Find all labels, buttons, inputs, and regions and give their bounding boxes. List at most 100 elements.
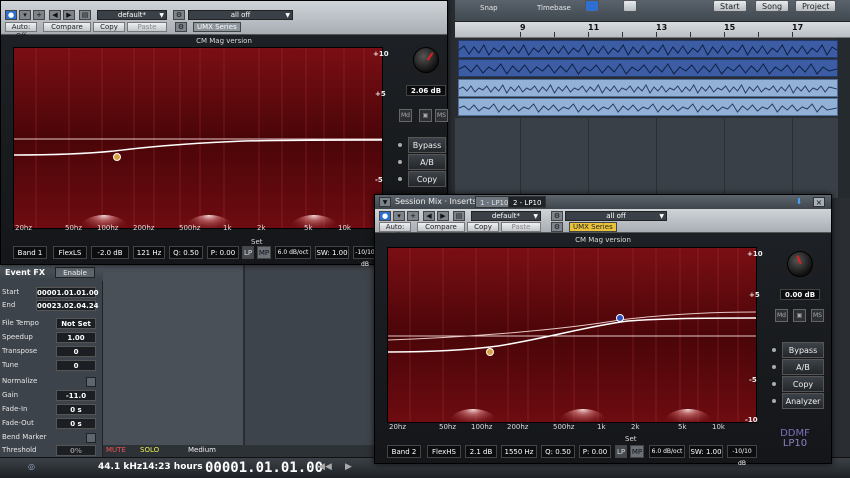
bypass-button[interactable]: Bypass xyxy=(782,342,824,358)
ms-button[interactable]: MS xyxy=(435,109,448,122)
gear-icon[interactable]: ⚙ xyxy=(551,211,563,221)
nav-left-icon[interactable]: ◀ xyxy=(49,10,61,20)
timeline-ruler[interactable]: 9 11 13 15 17 xyxy=(455,22,850,38)
auto-off-button[interactable]: Auto: Off xyxy=(5,22,37,40)
play-icon[interactable]: ▶ xyxy=(345,462,352,472)
lock-icon[interactable]: ▣ xyxy=(419,109,432,122)
analyzer-button[interactable]: Analyzer xyxy=(782,393,824,409)
tune-value[interactable]: 0 xyxy=(56,360,96,371)
band-frequency[interactable]: 121 Hz xyxy=(133,246,165,259)
snap-mode-icon[interactable] xyxy=(585,0,599,12)
song-button[interactable]: Song xyxy=(755,0,790,12)
audio-event[interactable] xyxy=(458,40,838,58)
output-gain-knob[interactable] xyxy=(787,251,813,277)
automation-dropdown[interactable]: all off ▼ xyxy=(565,211,667,221)
band-q[interactable]: Q: 0.50 xyxy=(169,246,203,259)
save-icon[interactable]: ▤ xyxy=(453,211,465,221)
insert-tab-2[interactable]: 2 - LP10 xyxy=(508,196,547,208)
copy-button[interactable]: Copy xyxy=(93,22,125,32)
compare-button[interactable]: Compare xyxy=(43,22,91,32)
copy-side-button[interactable]: Copy xyxy=(782,376,824,392)
mute-button[interactable]: MUTE xyxy=(106,446,126,454)
band-q[interactable]: Q: 0.50 xyxy=(541,445,575,458)
preset-dropdown[interactable]: default* ▼ xyxy=(97,10,167,20)
lp-button[interactable]: LP xyxy=(242,246,254,259)
ab-button[interactable]: A/B xyxy=(782,359,824,375)
paste-button[interactable]: Paste xyxy=(127,22,167,32)
timebase-label[interactable]: Timebase xyxy=(537,4,571,12)
settings-icon[interactable]: ⚙ xyxy=(551,222,563,232)
start-value[interactable]: 00001.01.01.00 xyxy=(36,287,99,298)
auto-off-button[interactable]: Auto: Off xyxy=(379,222,411,240)
close-icon[interactable]: × xyxy=(813,197,825,207)
save-icon[interactable]: ▤ xyxy=(79,10,91,20)
mp-button[interactable]: MP xyxy=(257,246,271,259)
speedup-value[interactable]: 1.00 xyxy=(56,332,96,343)
normalize-checkbox[interactable] xyxy=(86,377,96,387)
audio-event[interactable] xyxy=(458,98,838,116)
fade-in-value[interactable]: 0 s xyxy=(56,404,96,415)
mp-button[interactable]: MP xyxy=(630,445,644,458)
filter-type[interactable]: FlexLS xyxy=(53,246,87,259)
md-button[interactable]: Md xyxy=(399,109,412,122)
output-gain-value[interactable]: 0.00 dB xyxy=(780,289,820,300)
ms-button[interactable]: MS xyxy=(811,309,824,322)
band-selector[interactable]: Band 1 xyxy=(13,246,47,259)
end-value[interactable]: 00023.02.04.24 xyxy=(36,300,99,311)
time-display[interactable]: 00001.01.01.00 xyxy=(205,460,323,476)
transpose-value[interactable]: 0 xyxy=(56,346,96,357)
preset-dropdown[interactable]: default* ▼ xyxy=(471,211,541,221)
nav-right-icon[interactable]: ▶ xyxy=(437,211,449,221)
snap-label[interactable]: Snap xyxy=(480,4,498,12)
nav-right-icon[interactable]: ▶ xyxy=(63,10,75,20)
loop-icon[interactable] xyxy=(623,0,637,12)
pin-icon[interactable]: ⬇ xyxy=(793,197,805,207)
arrow-icon[interactable]: ▾ xyxy=(19,10,31,20)
power-icon[interactable]: ● xyxy=(5,10,17,20)
copy-side-button[interactable]: Copy xyxy=(408,171,446,187)
band-frequency[interactable]: 1550 Hz xyxy=(501,445,537,458)
band-slope[interactable]: 6.0 dB/oct xyxy=(649,445,685,458)
md-button[interactable]: Md xyxy=(775,309,788,322)
band-selector[interactable]: Band 2 xyxy=(387,445,421,458)
arrange-view[interactable] xyxy=(455,118,850,198)
project-button[interactable]: Project xyxy=(795,0,837,12)
menu-icon[interactable]: ▼ xyxy=(379,197,391,207)
audio-event[interactable] xyxy=(458,79,838,97)
lp-button[interactable]: LP xyxy=(615,445,627,458)
output-gain-knob[interactable] xyxy=(413,47,439,73)
band-gain[interactable]: -2.0 dB xyxy=(91,246,129,259)
settings-icon[interactable]: ⚙ xyxy=(175,22,187,32)
fade-out-value[interactable]: 0 s xyxy=(56,418,96,429)
copy-button[interactable]: Copy xyxy=(467,222,499,232)
nav-left-icon[interactable]: ◀ xyxy=(423,211,435,221)
band-gain[interactable]: 2.1 dB xyxy=(465,445,497,458)
band-p[interactable]: P: 0.00 xyxy=(579,445,611,458)
plus-icon[interactable]: + xyxy=(33,10,45,20)
filter-type[interactable]: FlexHS xyxy=(427,445,461,458)
automation-dropdown[interactable]: all off ▼ xyxy=(188,10,293,20)
threshold-value[interactable]: 0% xyxy=(56,445,96,456)
medium-select[interactable]: Medium xyxy=(188,446,216,454)
band-range[interactable]: -10/10 dB xyxy=(727,445,757,467)
compare-button[interactable]: Compare xyxy=(417,222,465,232)
power-icon[interactable]: ● xyxy=(379,211,391,221)
solo-button[interactable]: SOLO xyxy=(140,446,159,454)
plus-icon[interactable]: + xyxy=(407,211,419,221)
gear-icon[interactable]: ⚙ xyxy=(173,10,185,20)
start-button[interactable]: Start xyxy=(713,0,747,12)
eq-display[interactable] xyxy=(13,47,383,229)
lock-icon[interactable]: ▣ xyxy=(793,309,806,322)
audio-event[interactable] xyxy=(458,59,838,77)
band-sw[interactable]: SW: 1.00 xyxy=(315,246,349,259)
band-sw[interactable]: SW: 1.00 xyxy=(689,445,723,458)
umx-series-badge[interactable]: UMX Series xyxy=(193,22,241,32)
band-p[interactable]: P: 0.00 xyxy=(207,246,239,259)
enable-button[interactable]: Enable xyxy=(55,267,95,278)
umx-series-badge[interactable]: UMX Series xyxy=(569,222,617,232)
gain-value[interactable]: -11.0 xyxy=(56,390,96,401)
output-gain-value[interactable]: 2.06 dB xyxy=(406,85,446,96)
bend-marker-checkbox[interactable] xyxy=(86,433,96,443)
arrow-icon[interactable]: ▾ xyxy=(393,211,405,221)
rewind-icon[interactable]: ◀◀ xyxy=(318,462,332,472)
